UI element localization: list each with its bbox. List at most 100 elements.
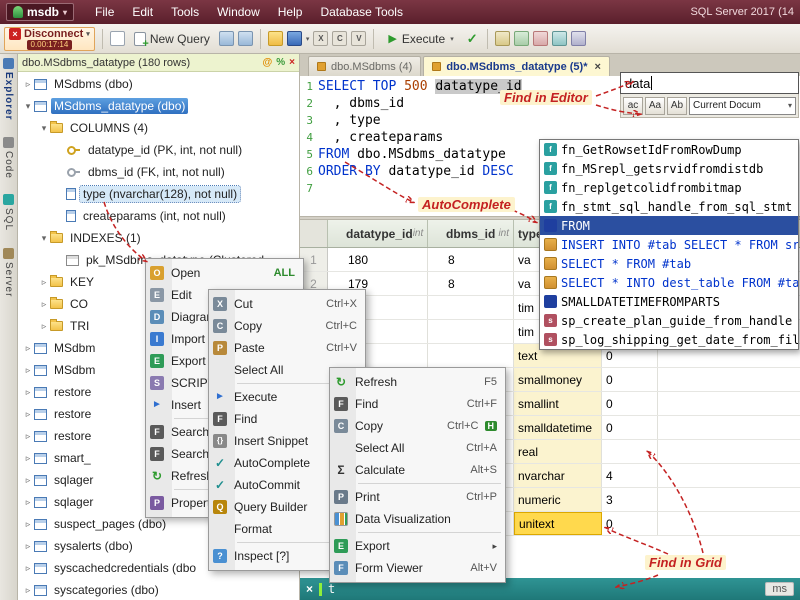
new-query-button[interactable]: New Query (129, 30, 215, 50)
side-tab-server[interactable]: Server (3, 247, 14, 297)
expand-icon[interactable]: ▹ (22, 453, 34, 464)
menu-item-export[interactable]: Export ▸ (330, 535, 505, 557)
cell-type[interactable]: unitext (514, 512, 602, 535)
search-scope-select[interactable]: Current Docum ▾ (689, 96, 796, 115)
collapse-icon[interactable]: ▾ (22, 101, 34, 112)
autocomplete-item[interactable]: fn_GetRowsetIdFromRowDump (540, 140, 798, 159)
menu-item-print[interactable]: Print Ctrl+P (330, 486, 505, 508)
expand-icon[interactable]: ▹ (22, 585, 34, 596)
cell-type[interactable]: nvarchar (514, 464, 602, 487)
column-header-dbms-id[interactable]: dbms_id int (428, 220, 514, 247)
side-tab-explorer[interactable]: Explorer (3, 58, 14, 121)
tree-item[interactable]: type (nvarchar(128), not null) (18, 183, 299, 205)
collapse-icon[interactable]: ▾ (38, 233, 50, 244)
editor-tab[interactable]: dbo.MSdbms_datatype (5)* × (423, 56, 610, 76)
menu-help[interactable]: Help (269, 3, 312, 21)
expand-icon[interactable]: ▹ (22, 431, 34, 442)
cell-createparams[interactable]: 3 (602, 488, 658, 511)
column-header-datatype-id[interactable]: datatype_id int (328, 220, 428, 247)
copy-icon[interactable]: C (332, 31, 348, 46)
cell-dbms-id[interactable] (428, 320, 514, 343)
menu-item-open[interactable]: Open ALL (146, 262, 303, 284)
expand-icon[interactable]: ▹ (22, 387, 34, 398)
results-grid-icon[interactable] (494, 31, 510, 46)
tree-item[interactable]: dbms_id (FK, int, not null) (18, 161, 299, 183)
autocomplete-item[interactable]: SMALLDATETIMEFROMPARTS (540, 292, 798, 311)
validate-icon[interactable]: ✓ (465, 31, 480, 46)
cell-createparams[interactable] (602, 440, 658, 463)
menu-item-cut[interactable]: Cut Ctrl+X (209, 293, 365, 315)
cell-createparams[interactable]: 0 (602, 368, 658, 391)
cell-type[interactable]: numeric (514, 488, 602, 511)
percent-icon[interactable]: % (276, 57, 285, 68)
menu-item-copy[interactable]: Copy Ctrl+C (209, 315, 365, 337)
cell-createparams[interactable]: 0 (602, 392, 658, 415)
expand-icon[interactable]: ▹ (38, 277, 50, 288)
menu-item-select-all[interactable]: Select All Ctrl+A (330, 437, 505, 459)
new-file-icon[interactable] (109, 31, 125, 46)
tree-item[interactable]: ▾ INDEXES (1) (18, 227, 299, 249)
menu-item-calculate[interactable]: Calculate Alt+S (330, 459, 505, 481)
paste-icon[interactable]: V (351, 31, 367, 46)
grid-find-input[interactable]: t (328, 582, 335, 596)
cut-icon[interactable]: X (313, 31, 329, 46)
window-split-icon[interactable] (237, 31, 253, 46)
open-folder-icon[interactable] (267, 31, 283, 46)
autocomplete-item[interactable]: sp_create_plan_guide_from_handle (540, 311, 798, 330)
autocomplete-item[interactable]: fn_replgetcolidfrombitmap (540, 178, 798, 197)
menu-tools[interactable]: Tools (162, 3, 208, 21)
at-icon[interactable]: @ (262, 57, 272, 68)
form-view-icon[interactable] (513, 31, 529, 46)
expand-icon[interactable]: ▹ (22, 79, 34, 90)
autocomplete-item[interactable]: SELECT * INTO dest_table FROM #tab (540, 273, 798, 292)
menu-item-find[interactable]: Find Ctrl+F (330, 393, 505, 415)
tree-item[interactable]: createparams (int, not null) (18, 205, 299, 227)
close-icon[interactable]: × (289, 57, 295, 68)
match-chars-button[interactable]: ac (623, 96, 643, 115)
tree-item[interactable]: ▾ COLUMNS (4) (18, 117, 299, 139)
expand-icon[interactable]: ▹ (38, 299, 50, 310)
cell-type[interactable]: smallint (514, 392, 602, 415)
cell-dbms-id[interactable]: 8 (428, 272, 514, 295)
layout-icon[interactable] (551, 31, 567, 46)
menu-window[interactable]: Window (208, 3, 269, 21)
window-list-icon[interactable] (218, 31, 234, 46)
expand-icon[interactable]: ▹ (38, 321, 50, 332)
autocomplete-item[interactable]: INSERT INTO #tab SELECT * FROM src (540, 235, 798, 254)
expand-icon[interactable]: ▹ (22, 519, 34, 530)
cell-datatype-id[interactable]: 180 (328, 248, 428, 271)
cell-dbms-id[interactable] (428, 344, 514, 367)
autocomplete-item[interactable]: sp_log_shipping_get_date_from_file (540, 330, 798, 349)
expand-icon[interactable]: ▹ (22, 475, 34, 486)
expand-icon[interactable]: ▹ (22, 497, 34, 508)
menu-file[interactable]: File (86, 3, 123, 21)
close-find-icon[interactable]: × (306, 582, 313, 596)
execute-button[interactable]: ▶ Execute ▾ (381, 30, 460, 48)
tree-item[interactable]: ▹ MSdbms (dbo) (18, 73, 299, 95)
cell-type[interactable]: smalldatetime (514, 416, 602, 439)
expand-icon[interactable]: ▹ (22, 409, 34, 420)
menu-item-form-viewer[interactable]: Form Viewer Alt+V (330, 557, 505, 579)
close-tab-icon[interactable]: × (595, 61, 601, 73)
find-input[interactable]: data (620, 72, 799, 94)
side-tab-sql[interactable]: SQL (3, 194, 14, 232)
expand-icon[interactable]: ▹ (22, 541, 34, 552)
windows-grid-icon[interactable] (570, 31, 586, 46)
match-case-button[interactable]: Aa (645, 96, 665, 115)
cell-dbms-id[interactable]: 8 (428, 248, 514, 271)
cell-dbms-id[interactable] (428, 296, 514, 319)
menu-item-refresh[interactable]: Refresh F5 (330, 371, 505, 393)
cell-createparams[interactable]: 0 (602, 512, 658, 535)
save-icon[interactable] (286, 31, 302, 46)
tree-item[interactable]: ▹ syscategories (dbo) (18, 579, 299, 600)
cell-createparams[interactable]: 0 (602, 416, 658, 439)
menu-database-tools[interactable]: Database Tools (311, 3, 412, 21)
menu-edit[interactable]: Edit (123, 3, 162, 21)
side-tab-code[interactable]: Code (3, 136, 14, 178)
tree-item[interactable]: datatype_id (PK, int, not null) (18, 139, 299, 161)
expand-icon[interactable]: ▹ (22, 563, 34, 574)
expand-icon[interactable]: ▹ (22, 365, 34, 376)
chevron-down-icon[interactable]: ▾ (306, 35, 310, 43)
tree-item[interactable]: ▾ MSdbms_datatype (dbo) (18, 95, 299, 117)
autocomplete-item[interactable]: fn_MSrepl_getsrvidfromdistdb (540, 159, 798, 178)
